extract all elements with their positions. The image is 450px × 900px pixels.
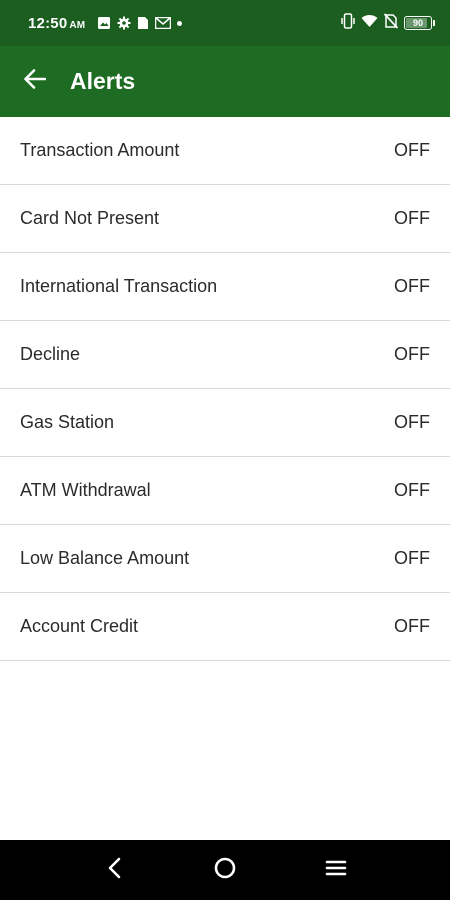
battery-level: 90 [412, 18, 423, 28]
alert-label: Decline [20, 344, 81, 364]
settings-icon [117, 16, 131, 30]
page-title: Alerts [70, 68, 136, 94]
arrow-left-icon [24, 69, 47, 94]
alert-status[interactable]: OFF [394, 276, 430, 297]
alert-row-account-credit[interactable]: Account Credit OFF [0, 593, 450, 661]
alert-row-decline[interactable]: Decline OFF [0, 321, 450, 389]
alert-label: Low Balance Amount [20, 548, 190, 568]
alert-status[interactable]: OFF [394, 140, 430, 161]
time-value: 12:50 [28, 14, 68, 32]
alert-label: Transaction Amount [20, 140, 180, 160]
gallery-icon [97, 16, 111, 30]
alert-status[interactable]: OFF [394, 344, 430, 365]
back-button[interactable] [0, 46, 70, 117]
alert-row-low-balance-amount[interactable]: Low Balance Amount OFF [0, 525, 450, 593]
system-nav-bar [0, 840, 450, 900]
status-time: 12:50 AM [28, 15, 85, 32]
back-nav-icon [107, 857, 121, 884]
alert-row-transaction-amount[interactable]: Transaction Amount OFF [0, 117, 450, 185]
alerts-screen: 12:50 AM 90 Alerts Transaction Amount OF… [0, 0, 450, 900]
alert-label: Card Not Present [20, 208, 160, 228]
home-nav-icon [213, 856, 237, 885]
vibrate-icon [341, 12, 355, 34]
status-left: 12:50 AM [28, 15, 183, 32]
alert-label: International Transaction [20, 276, 218, 296]
dot-icon [177, 20, 183, 26]
alert-row-gas-station[interactable]: Gas Station OFF [0, 389, 450, 457]
alert-status[interactable]: OFF [394, 412, 430, 433]
status-bar: 12:50 AM 90 [0, 0, 450, 46]
alert-label: Account Credit [20, 616, 139, 636]
wifi-icon [361, 14, 378, 33]
recents-nav-icon [325, 859, 347, 882]
nav-back-button[interactable] [84, 840, 144, 900]
time-ampm: AM [69, 19, 86, 31]
alert-status[interactable]: OFF [394, 548, 430, 569]
sim-card-icon [137, 16, 149, 30]
alert-status[interactable]: OFF [394, 480, 430, 501]
alert-row-atm-withdrawal[interactable]: ATM Withdrawal OFF [0, 457, 450, 525]
status-right: 90 [341, 12, 435, 34]
alert-label: ATM Withdrawal [20, 480, 151, 500]
alert-row-card-not-present[interactable]: Card Not Present OFF [0, 185, 450, 253]
alert-label: Gas Station [20, 412, 115, 432]
alert-status[interactable]: OFF [394, 616, 430, 637]
no-sim-icon [383, 12, 399, 34]
nav-home-button[interactable] [195, 840, 255, 900]
alert-row-international-transaction[interactable]: International Transaction OFF [0, 253, 450, 321]
notification-icons [97, 16, 183, 30]
nav-recents-button[interactable] [306, 840, 366, 900]
alert-status[interactable]: OFF [394, 208, 430, 229]
alerts-list: Transaction Amount OFF Card Not Present … [0, 117, 450, 661]
app-bar: Alerts [0, 46, 450, 117]
battery-icon: 90 [404, 16, 435, 30]
mail-icon [155, 17, 172, 29]
